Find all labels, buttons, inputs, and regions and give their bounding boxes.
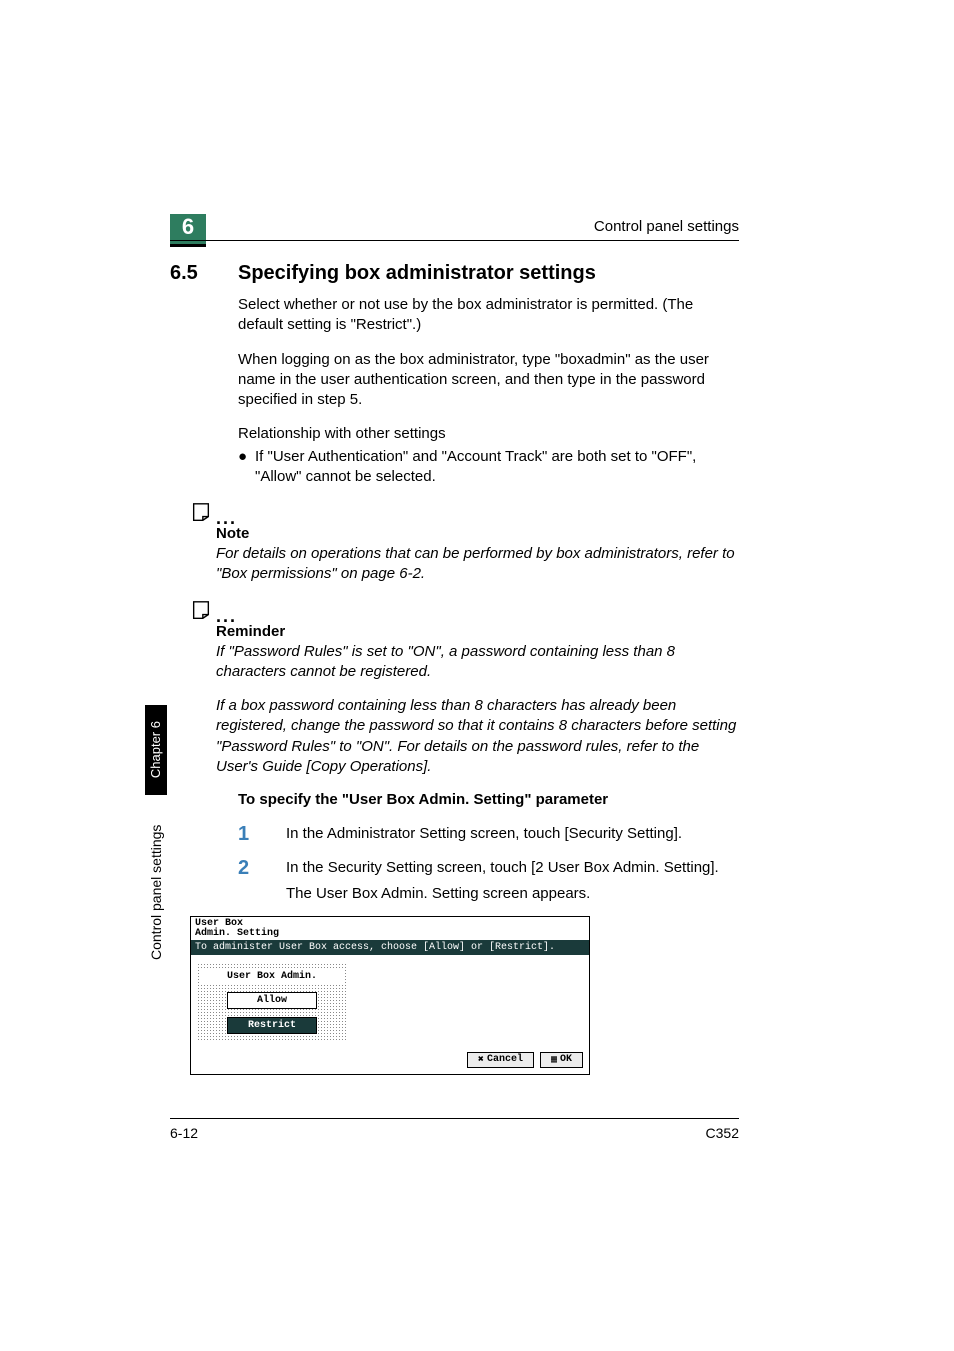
- reminder-label: Reminder: [216, 623, 739, 640]
- paragraph: When logging on as the box administrator…: [238, 350, 739, 411]
- allow-button[interactable]: Allow: [227, 992, 317, 1009]
- bullet-text: If "User Authentication" and "Account Tr…: [255, 447, 739, 488]
- header-rule: [170, 240, 739, 241]
- note-label: Note: [216, 525, 739, 542]
- bullet-icon: ●: [238, 447, 255, 488]
- step-text: In the Administrator Setting screen, tou…: [286, 824, 739, 844]
- note-body: For details on operations that can be pe…: [216, 544, 739, 585]
- note-icon: ...: [190, 501, 739, 523]
- screen-instruction: To administer User Box access, choose [A…: [191, 940, 589, 955]
- side-chapter-box: Chapter 6: [145, 705, 167, 795]
- running-header: Control panel settings: [594, 218, 739, 235]
- paragraph: Relationship with other settings: [238, 424, 739, 444]
- cancel-icon: ✖: [478, 1054, 484, 1066]
- step-text: In the Security Setting screen, touch [2…: [286, 858, 739, 878]
- reminder-body: If "Password Rules" is set to "ON", a pa…: [216, 642, 739, 683]
- side-running-text: Control panel settings: [148, 825, 164, 960]
- cancel-button[interactable]: ✖ Cancel: [467, 1052, 534, 1068]
- device-screenshot: User Box Admin. Setting To administer Us…: [190, 916, 590, 1075]
- procedure-heading: To specify the "User Box Admin. Setting"…: [238, 791, 739, 808]
- ok-button[interactable]: ▦ OK: [540, 1052, 583, 1068]
- reminder-body: If a box password containing less than 8…: [216, 696, 739, 777]
- page-number: 6-12: [170, 1125, 198, 1141]
- restrict-button[interactable]: Restrict: [227, 1017, 317, 1034]
- step-number: 1: [238, 824, 286, 844]
- reminder-icon: ...: [190, 599, 739, 621]
- model-number: C352: [706, 1125, 739, 1141]
- section-number: 6.5: [170, 262, 238, 285]
- paragraph: Select whether or not use by the box adm…: [238, 295, 739, 336]
- step-number: 2: [238, 858, 286, 878]
- option-panel: User Box Admin. Allow Restrict: [197, 963, 347, 1042]
- screen-title: User Box Admin. Setting: [191, 917, 589, 940]
- ok-icon: ▦: [551, 1054, 557, 1066]
- step-subtext: The User Box Admin. Setting screen appea…: [286, 885, 739, 902]
- panel-label: User Box Admin.: [201, 969, 343, 984]
- section-title: Specifying box administrator settings: [238, 262, 596, 285]
